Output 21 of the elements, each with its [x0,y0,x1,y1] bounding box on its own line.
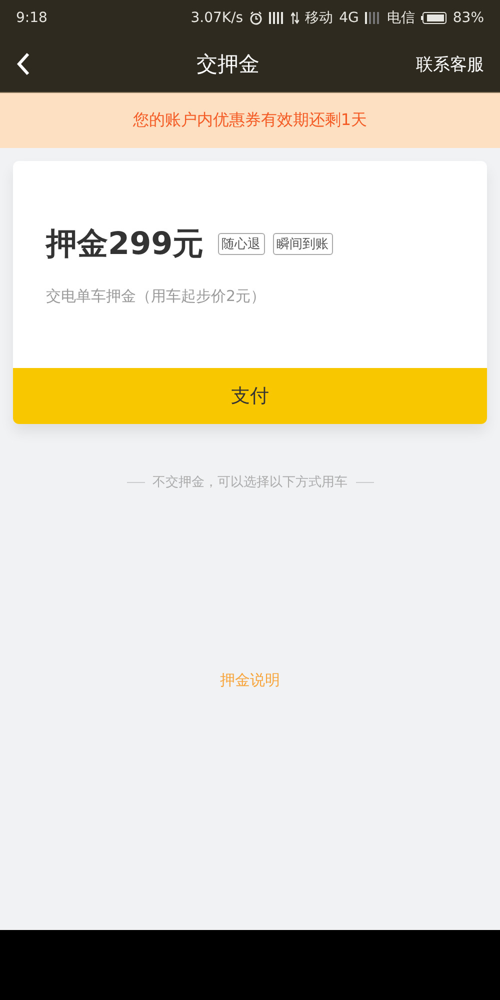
carrier-name: 移动 [305,9,334,27]
clock-time: 9:18 [16,10,48,26]
deposit-description: 交电单车押金（用车起步价2元） [46,287,267,306]
chevron-left-icon [16,52,30,76]
battery-percent: 83% [452,10,484,26]
carrier-name: 电信 [386,9,415,27]
data-arrows-icon [291,12,300,24]
page-title: 交押金 [196,51,260,78]
signal-icon [269,12,286,24]
alarm-icon [249,11,264,25]
divider-text: 不交押金，可以选择以下方式用车 [152,474,348,491]
feature-tag: 瞬间到账 [272,233,333,255]
signal-icon [364,12,381,24]
battery-icon [420,12,447,24]
network-speed: 3.07K/s [190,10,244,26]
feature-tag: 随心退 [218,233,265,255]
pay-button[interactable]: 支付 [13,368,487,424]
network-type: 4G [339,10,359,26]
deposit-amount: 押金299元 [46,225,204,264]
coupon-notice: 您的账户内优惠券有效期还剩1天 [0,93,500,148]
contact-service-link[interactable]: 联系客服 [416,52,484,76]
